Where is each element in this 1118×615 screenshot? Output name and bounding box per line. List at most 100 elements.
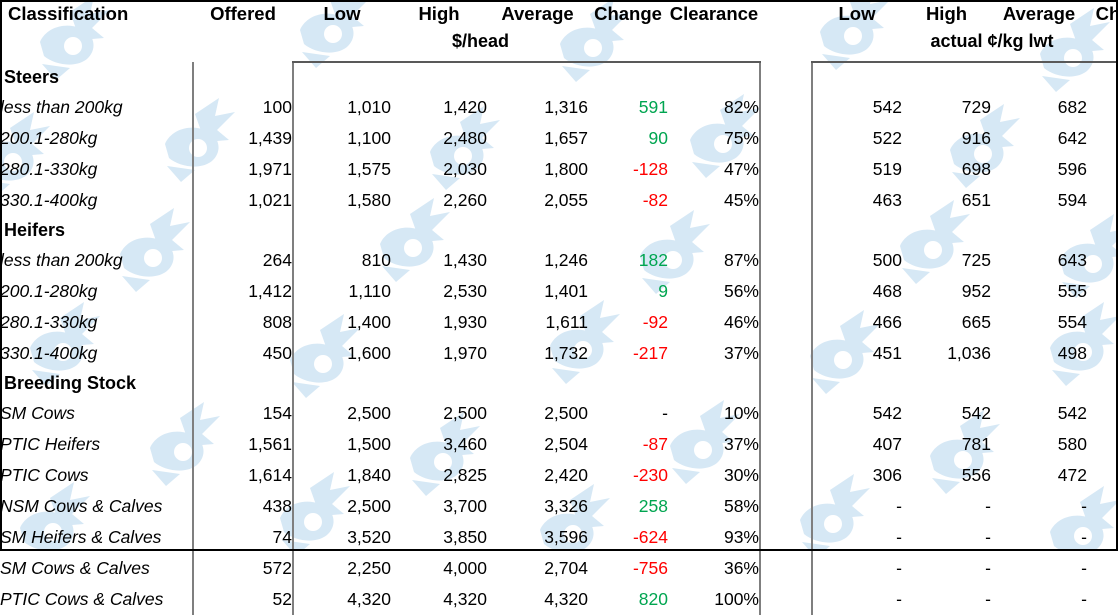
cell-average-kg: 643 [1057,250,1087,270]
header-high-kg: High [925,3,968,24]
header-high-head: High [418,3,460,24]
cell-clearance: 37% [723,343,759,363]
unit-spacer-classification [0,30,193,62]
cell-clearance: 58% [723,496,759,516]
cell-gap [759,553,812,584]
table-row: 330.1-400kg 450 1,600 1,970 1,732 -217 37% 451 1… [0,338,1118,369]
section-spacer-high-head [391,369,487,398]
cell-average-head: 2,055 [544,190,588,210]
cell-low-kg: 519 [811,154,902,185]
cell-high-head: 1,930 [443,312,487,332]
cell-clearance: 47% [723,159,759,179]
section-spacer-change-kg [1087,62,1118,92]
section-spacer-low-head [292,369,391,398]
cell-average-kg: 642 [1057,128,1087,148]
cell-change-kg: -38 [1087,460,1118,491]
cell-average-head: 2,500 [544,403,588,423]
livestock-market-table: Classification Offered Low High Average … [0,0,1118,615]
cell-high-head: 2,530 [443,281,487,301]
section-spacer-average-kg [991,62,1087,92]
cell-gap [759,491,812,522]
table-row: less than 200kg 100 1,010 1,420 1,316 591 82% 5… [0,92,1118,123]
cell-low-kg: 522 [811,123,902,154]
section-spacer-low-head [292,62,391,92]
row-label: PTIC Cows [0,465,89,485]
cell-clearance: 87% [723,250,759,270]
section-spacer-high-kg [902,62,991,92]
section-title: Steers [4,66,60,87]
row-label: PTIC Heifers [0,434,101,454]
cell-high-kg: 1,036 [947,343,991,363]
cell-change-kg: 1 [1087,429,1118,460]
cell-gap [759,92,812,123]
cell-average-head: 1,657 [544,128,588,148]
cell-offered: 450 [192,338,293,369]
cell-clearance: 10% [723,403,759,423]
cell-clearance: 46% [723,312,759,332]
cell-low-kg: - [811,553,902,584]
cell-high-kg: - [985,496,991,516]
cell-average-kg: - [1081,558,1087,578]
header-clearance: Clearance [669,3,759,24]
section-spacer-average-head [487,369,588,398]
cell-high-head: 3,460 [443,434,487,454]
cell-offered: 1,561 [192,429,293,460]
cell-average-kg: 580 [1057,434,1087,454]
cell-low-head: 1,840 [292,460,391,491]
section-spacer-change-head [588,216,668,245]
row-label: 330.1-400kg [0,343,98,363]
table-row: less than 200kg 264 810 1,430 1,246 182 87% 500… [0,245,1118,276]
cell-low-head: 1,100 [292,123,391,154]
cell-change-kg: -30 [1087,276,1118,307]
cell-high-kg: 665 [961,312,991,332]
row-label: SM Heifers & Calves [0,527,162,547]
cell-average-head: 3,326 [544,496,588,516]
cell-gap [759,245,812,276]
cell-change-kg: 21 [1087,123,1118,154]
cell-low-head: 1,400 [292,307,391,338]
cell-low-head: 1,580 [292,185,391,216]
cell-low-head: 2,500 [292,491,391,522]
cell-high-kg: 556 [961,465,991,485]
cell-gap [759,398,812,429]
section-header-row: Breeding Stock [0,369,1118,398]
cell-change-head: 591 [638,97,668,117]
cell-clearance: 56% [723,281,759,301]
cell-low-head: 1,110 [292,276,391,307]
header-row-main: Classification Offered Low High Average … [0,0,1118,30]
cell-gap [759,307,812,338]
header-average-head: Average [501,3,574,24]
cell-average-kg: - [1081,589,1087,609]
cell-average-head: 2,704 [544,558,588,578]
section-spacer-clearance [668,62,760,92]
table-row: 280.1-330kg 1,971 1,575 2,030 1,800 -128 47% 51… [0,154,1118,185]
cell-change-head: -624 [632,527,668,547]
cell-average-kg: 542 [1057,403,1087,423]
cell-low-head: 3,520 [292,522,391,553]
table-row: PTIC Cows & Calves 52 4,320 4,320 4,320 820 10… [0,584,1118,615]
header-low-kg: Low [838,3,876,24]
cell-change-kg: 0 [1087,185,1118,216]
section-spacer-low-kg [811,216,902,245]
cell-offered: 1,412 [192,276,293,307]
cell-low-kg: 463 [811,185,902,216]
cell-high-head: 2,030 [443,159,487,179]
cell-low-head: 1,010 [292,92,391,123]
cell-offered: 154 [192,398,293,429]
table-row: 280.1-330kg 808 1,400 1,930 1,611 -92 46% 466 66… [0,307,1118,338]
header-change-kg: Change [1095,3,1118,24]
section-spacer-clearance [668,369,760,398]
section-spacer-low-kg [811,62,902,92]
cell-average-kg: 594 [1057,190,1087,210]
cell-low-kg: 306 [811,460,902,491]
cell-clearance: 93% [723,527,759,547]
cell-average-head: 3,596 [544,527,588,547]
cell-high-kg: 651 [961,190,991,210]
section-title: Heifers [4,220,66,240]
cell-low-kg: 407 [811,429,902,460]
header-change-head: Change [594,3,662,24]
cell-high-kg: 952 [961,281,991,301]
section-spacer-offered [192,216,293,245]
cell-offered: 808 [192,307,293,338]
table-body: Steers less than 200kg 100 1,010 1,420 1,316 5… [0,62,1118,615]
